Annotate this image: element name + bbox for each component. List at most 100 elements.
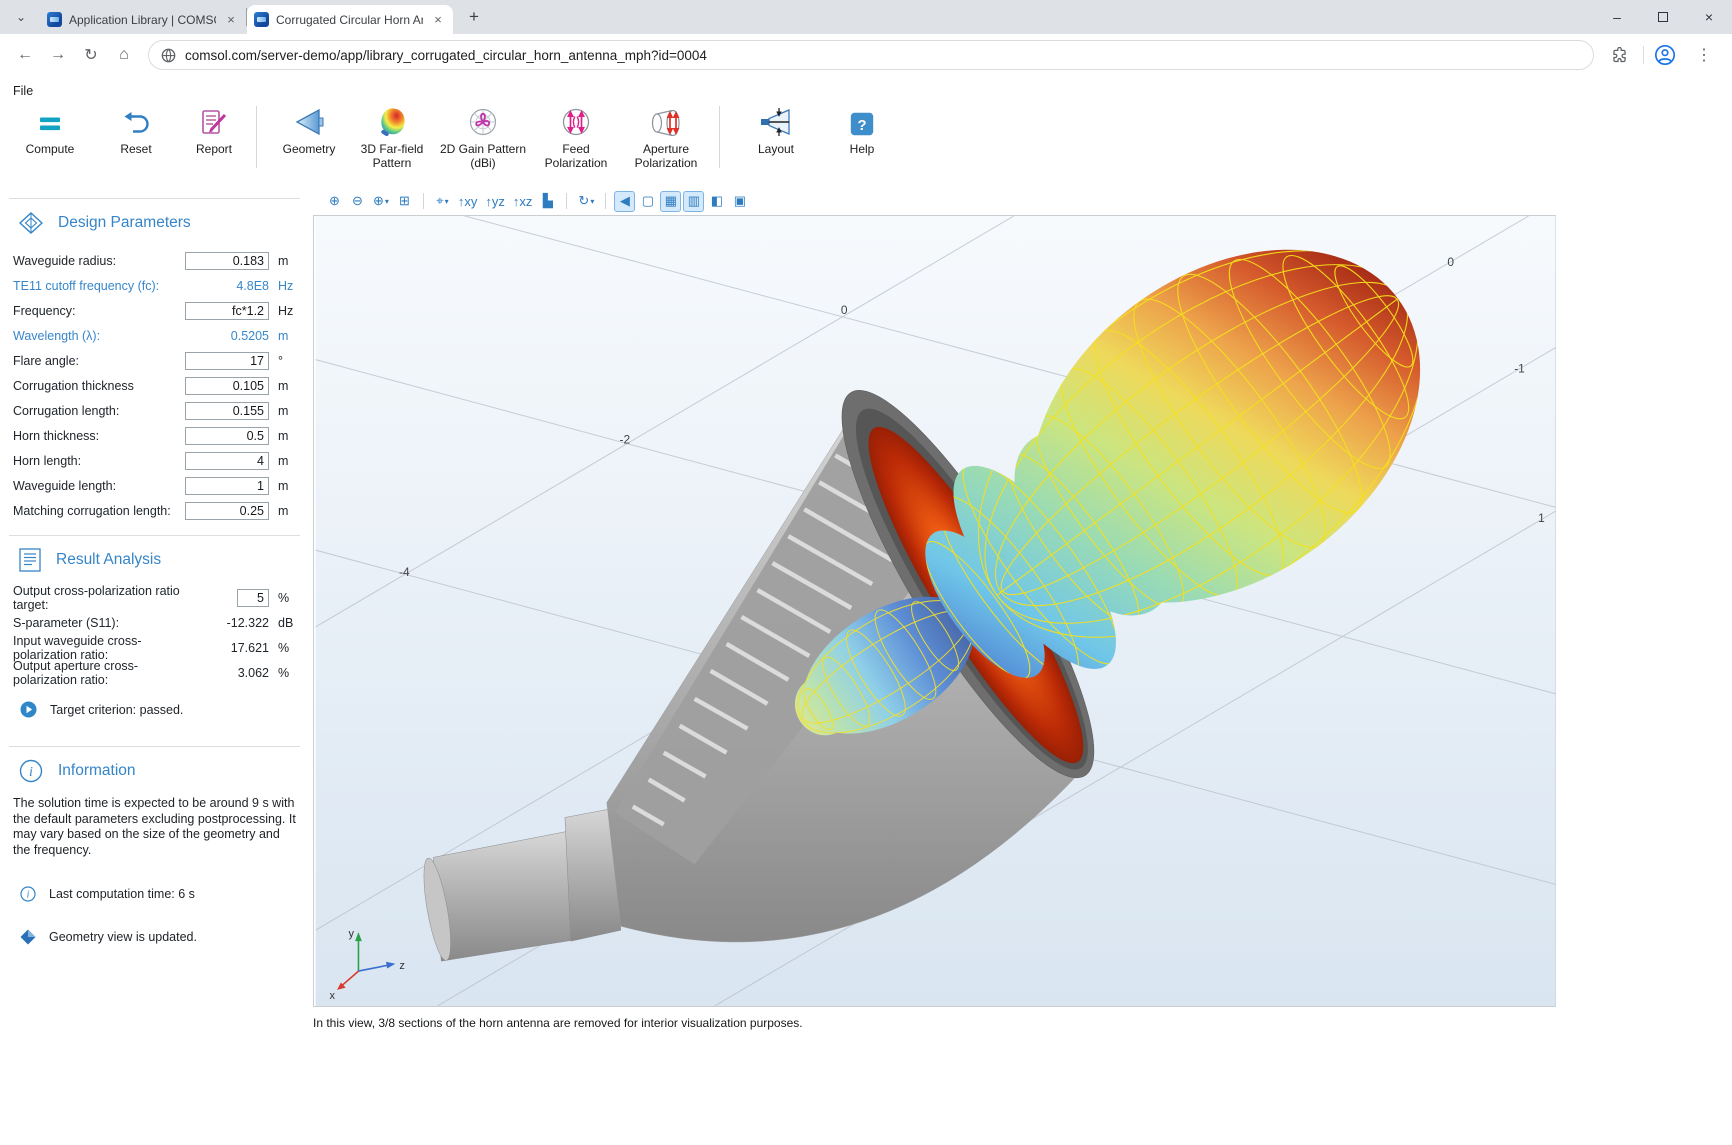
go-to-xy-view[interactable]: ↑xy ▾ [455,191,481,212]
zoom-box[interactable]: ⊕ ▾ [370,191,392,212]
parameter-unit: m [278,254,302,268]
tab-application-library[interactable]: Application Library | COMSOL S × [40,5,246,34]
reset-button[interactable]: Reset [104,104,168,156]
parameter-label: TE11 cutoff frequency (fc): [13,279,179,293]
parameter-row: Waveguide radius: 0.183 m [13,248,302,273]
geometry-status-text: Geometry view is updated. [49,930,197,944]
geometry-button[interactable]: Geometry [273,104,345,156]
go-to-xz-view[interactable]: ↑xz ▾ [510,191,536,212]
layout-button[interactable]: Layout [744,104,808,156]
parameter-row: Corrugation thickness 0.105 m [13,373,302,398]
parameter-input[interactable] [185,352,269,370]
help-icon: ? [848,104,876,138]
home-button[interactable]: ⌂ [109,40,139,70]
maximize-button[interactable] [1640,0,1686,34]
separator: ▾ [423,193,424,209]
zoom-in[interactable]: ⊕ ▾ [324,191,345,212]
parameter-input[interactable] [185,452,269,470]
graphics-tool-glyph: ▢ [642,193,654,209]
close-tab-icon[interactable]: × [223,12,239,28]
report-button[interactable]: Report [182,104,246,156]
forward-button[interactable]: → [43,40,73,70]
axis-tick: 1 [1538,511,1545,525]
zoom-extents[interactable]: ⊞ ▾ [394,191,415,212]
3d-visualization[interactable]: 0 -2 -4 0 -1 1 y z [314,216,1557,1006]
axis-tick: -4 [399,565,410,579]
file-menu[interactable]: File [13,84,33,98]
parameter-label: Flare angle: [13,354,185,368]
parameter-row: Wavelength (λ): 0.5205 m [13,323,302,348]
result-value: 17.621 [179,641,269,655]
graphics-area: ⊕ ▾ ⊖ ▾ ⊕ ▾ ⊞ ▾ [310,186,1732,1030]
zoom-out[interactable]: ⊖ ▾ [347,191,368,212]
axis-tick: -1 [1514,362,1525,376]
3d-far-field-pattern-button[interactable]: 3D Far-field Pattern [349,104,435,171]
transparency[interactable]: ▢ ▾ [637,191,658,212]
reload-button[interactable]: ↻ [76,40,106,70]
design-parameters-header: Design Parameters [19,208,302,238]
parameter-row: Horn thickness: 0.5 m [13,423,302,448]
result-unit: dB [278,616,302,630]
chevron-down-icon: ▾ [445,197,449,206]
parameter-input[interactable] [185,377,269,395]
ribbon-separator [719,106,720,168]
compute-icon [35,104,65,138]
parameter-label: Waveguide length: [13,479,185,493]
go-to-yz-view[interactable]: ↑yz ▾ [482,191,508,212]
scene-light[interactable]: ◀ ▾ [614,191,635,212]
parameter-input[interactable] [185,502,269,520]
invert-background[interactable]: ◧ ▾ [706,191,727,212]
help-button[interactable]: ? Help [830,104,894,156]
graphics-tool-glyph: ↑xz [513,194,533,209]
triad-z-label: z [399,960,404,972]
aperture-polarization-button[interactable]: Aperture Polarization [623,104,709,171]
geometry-updated-icon [20,929,36,945]
last-computation-text: Last computation time: 6 s [49,887,195,901]
snapshot[interactable]: ▣ ▾ [729,191,750,212]
result-input[interactable] [237,589,269,607]
tab-search-button[interactable]: ⌄ [8,4,34,30]
parameter-input[interactable] [185,302,269,320]
url-bar[interactable]: comsol.com/server-demo/app/library_corru… [148,40,1594,70]
parameter-input[interactable] [185,477,269,495]
3d-viewport[interactable]: 0 -2 -4 0 -1 1 y z [313,215,1556,1007]
tab-corrugated-horn[interactable]: Corrugated Circular Horn Anten × [247,5,453,34]
close-window-button[interactable]: × [1686,0,1732,34]
svg-text:i: i [29,765,33,780]
scene-light-settings[interactable]: ▙ ▾ [537,191,558,212]
parameter-row: Corrugation length: 0.155 m [13,398,302,423]
comsol-favicon [254,12,269,27]
parameter-label: Corrugation length: [13,404,185,418]
app-menubar: File [0,76,1732,100]
site-info-icon[interactable] [161,48,176,63]
parameter-row: TE11 cutoff frequency (fc): 4.8E8 Hz [13,273,302,298]
graphics-tool-glyph: ⊕ [373,193,384,209]
parameter-unit: m [278,329,302,343]
minimize-button[interactable]: – [1594,0,1640,34]
close-tab-icon[interactable]: × [430,12,446,28]
separator: ▾ [566,193,567,209]
show-material-rendering[interactable]: ▥ ▾ [683,191,704,212]
show-grid[interactable]: ▦ ▾ [660,191,681,212]
separator: ▾ [605,193,606,209]
compute-button[interactable]: Compute [10,104,90,156]
parameter-input[interactable] [185,402,269,420]
browser-menu-button[interactable]: ⋮ [1689,40,1719,70]
2d-gain-pattern-icon [467,104,499,138]
feed-polarization-button[interactable]: Feed Polarization [533,104,619,171]
geometry-icon [292,104,326,138]
back-button[interactable]: ← [10,40,40,70]
result-value: -12.322 [179,616,269,630]
new-tab-button[interactable]: + [461,4,487,30]
go-to-default-3d-view[interactable]: ⌖ ▾ [432,191,453,212]
extensions-button[interactable] [1604,40,1634,70]
rotate-view[interactable]: ↻ ▾ [575,191,597,212]
parameter-row: Waveguide length: 1 m [13,473,302,498]
profile-button[interactable] [1650,40,1680,70]
parameter-label: Matching corrugation length: [13,504,185,518]
axis-tick: 0 [841,303,848,317]
2d-gain-pattern-button[interactable]: 2D Gain Pattern (dBi) [437,104,529,171]
parameter-input[interactable] [185,427,269,445]
parameter-input[interactable] [185,252,269,270]
window-controls: – × [1594,0,1732,34]
